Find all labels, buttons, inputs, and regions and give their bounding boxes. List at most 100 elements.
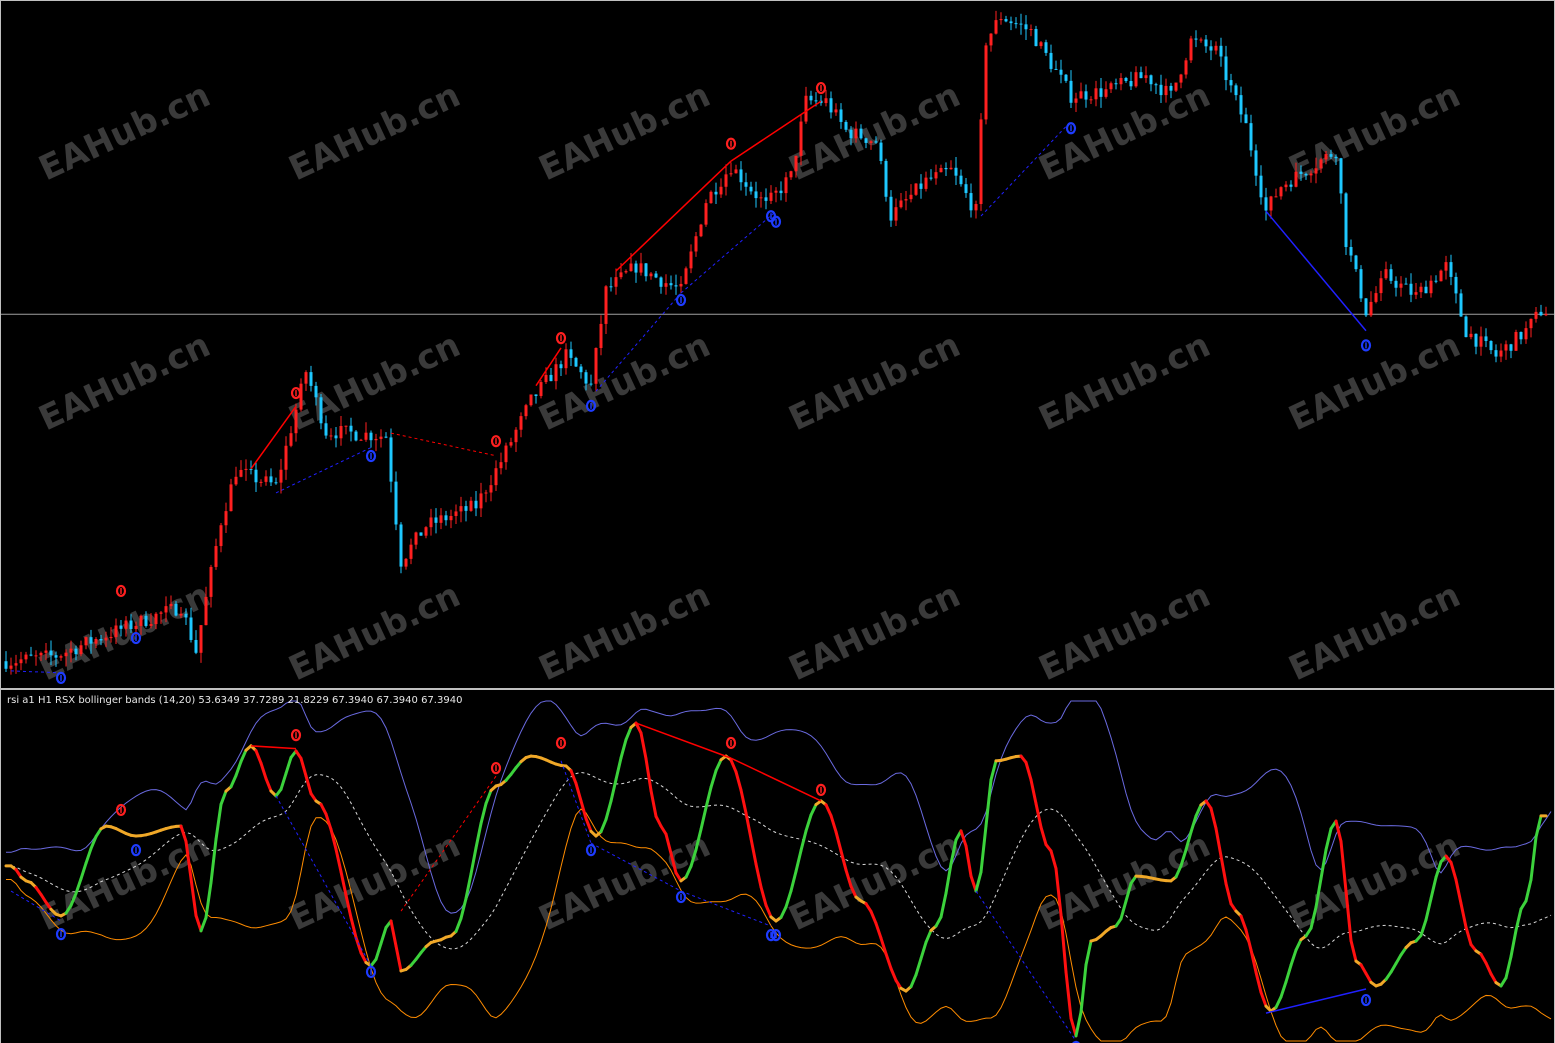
candle-body bbox=[1269, 196, 1273, 211]
candle-body bbox=[1499, 350, 1503, 357]
rsx-line-segment bbox=[1454, 878, 1463, 905]
candle-body bbox=[224, 511, 228, 526]
candle-body bbox=[369, 432, 373, 441]
candle-body bbox=[749, 186, 753, 192]
candle-body bbox=[424, 527, 428, 536]
price-chart-pane[interactable]: EAHub.cn EAHub.cn EAHub.cn EAHub.cn EAHub.cn… bbox=[0, 0, 1555, 689]
rsx-line-segment bbox=[1039, 825, 1048, 847]
candle-body bbox=[989, 33, 993, 46]
watermark: EAHub.cn bbox=[533, 825, 716, 939]
candle-body bbox=[1014, 23, 1018, 25]
candle-body bbox=[164, 606, 168, 613]
candle-body bbox=[1214, 45, 1218, 51]
candle-body bbox=[1019, 23, 1023, 25]
candle-body bbox=[564, 349, 568, 369]
candle-body bbox=[1239, 95, 1243, 115]
rsx-line-segment bbox=[1524, 878, 1533, 903]
rsx-line-segment bbox=[609, 778, 618, 803]
rsx-line-segment bbox=[1349, 939, 1358, 963]
candle-body bbox=[419, 532, 423, 536]
candle-body bbox=[384, 436, 388, 438]
rsx-line-segment bbox=[484, 789, 493, 806]
candle-body bbox=[599, 323, 603, 348]
candle-body bbox=[469, 500, 473, 511]
candle-body bbox=[569, 349, 573, 358]
candle-body bbox=[119, 625, 123, 629]
candle-body bbox=[594, 347, 598, 384]
candle-body bbox=[1284, 184, 1288, 188]
candle-body bbox=[589, 383, 593, 385]
price-chart-canvas[interactable]: EAHub.cn EAHub.cn EAHub.cn EAHub.cn EAHub.cn… bbox=[1, 1, 1554, 688]
divergence-line bbox=[250, 745, 297, 750]
rsx-line-segment bbox=[839, 849, 848, 872]
rsx-line-segment bbox=[1294, 938, 1303, 952]
candle-body bbox=[1459, 293, 1463, 317]
candle-body bbox=[879, 142, 883, 161]
rsx-line-segment bbox=[1074, 1010, 1083, 1038]
rsx-line-segment bbox=[1284, 963, 1293, 984]
candle-body bbox=[1109, 83, 1113, 90]
candle-body bbox=[359, 439, 363, 441]
candle-body bbox=[49, 650, 53, 656]
rsx-line-segment bbox=[1334, 819, 1343, 844]
candle-body bbox=[514, 429, 518, 443]
rsx-line-segment bbox=[479, 802, 488, 825]
candle-body bbox=[959, 175, 963, 185]
candle-body bbox=[1279, 187, 1283, 197]
candle-body bbox=[9, 665, 13, 669]
rsx-line-segment bbox=[1224, 882, 1233, 906]
candle-body bbox=[994, 20, 998, 34]
rsx-line-segment bbox=[574, 781, 583, 803]
candle-body bbox=[884, 160, 888, 197]
candle-body bbox=[14, 663, 18, 666]
candle-body bbox=[1404, 283, 1408, 285]
rsx-line-segment bbox=[704, 785, 713, 810]
candle-body bbox=[1144, 75, 1148, 79]
candle-body bbox=[1004, 19, 1008, 22]
rsx-line-segment bbox=[1514, 907, 1523, 932]
candle-body bbox=[1469, 333, 1473, 338]
candle-body bbox=[229, 484, 233, 512]
rsx-line-segment bbox=[374, 941, 383, 961]
rsx-indicator-canvas[interactable]: EAHub.cn EAHub.cn EAHub.cn EAHub.cn EAHub.cn… bbox=[1, 690, 1554, 1043]
candle-body bbox=[304, 372, 308, 384]
candle-body bbox=[1299, 171, 1303, 174]
rsx-line-segment bbox=[959, 829, 968, 848]
candle-body bbox=[669, 283, 673, 286]
candle-body bbox=[754, 191, 758, 199]
rsx-line-segment bbox=[604, 799, 613, 821]
candle-body bbox=[1209, 46, 1213, 51]
rsx-line-segment bbox=[264, 777, 273, 793]
candle-body bbox=[134, 625, 138, 630]
candle-body bbox=[714, 191, 718, 195]
rsx-indicator-pane[interactable]: EAHub.cn EAHub.cn EAHub.cn EAHub.cn EAHub.cn… bbox=[0, 689, 1555, 1043]
candle-body bbox=[889, 196, 893, 221]
candle-body bbox=[499, 462, 503, 469]
candle-body bbox=[1454, 276, 1458, 294]
rsx-line-segment bbox=[794, 849, 803, 873]
rsx-line-segment bbox=[924, 928, 933, 944]
candle-body bbox=[1224, 56, 1228, 81]
candle-body bbox=[554, 364, 558, 382]
candle-body bbox=[624, 271, 628, 273]
rsx-line-segment bbox=[734, 770, 743, 792]
candle-body bbox=[769, 192, 773, 201]
candle-body bbox=[764, 197, 768, 201]
candle-body bbox=[339, 425, 343, 439]
candle-body bbox=[214, 546, 218, 567]
rsx-line-segment bbox=[1279, 980, 1288, 999]
candle-body bbox=[454, 511, 458, 516]
candle-body bbox=[1114, 83, 1118, 85]
rsx-line-segment bbox=[189, 876, 198, 918]
candle-body bbox=[1169, 85, 1173, 91]
candle-body bbox=[1389, 269, 1393, 281]
candle-body bbox=[919, 183, 923, 189]
rsx-line-segment bbox=[984, 778, 993, 828]
candle-body bbox=[1259, 175, 1263, 198]
candle-body bbox=[1449, 262, 1453, 277]
candle-body bbox=[1024, 24, 1028, 30]
candle-body bbox=[1439, 270, 1443, 282]
rsx-line-segment bbox=[454, 916, 463, 933]
candle-body bbox=[94, 638, 98, 644]
candle-body bbox=[189, 617, 193, 640]
